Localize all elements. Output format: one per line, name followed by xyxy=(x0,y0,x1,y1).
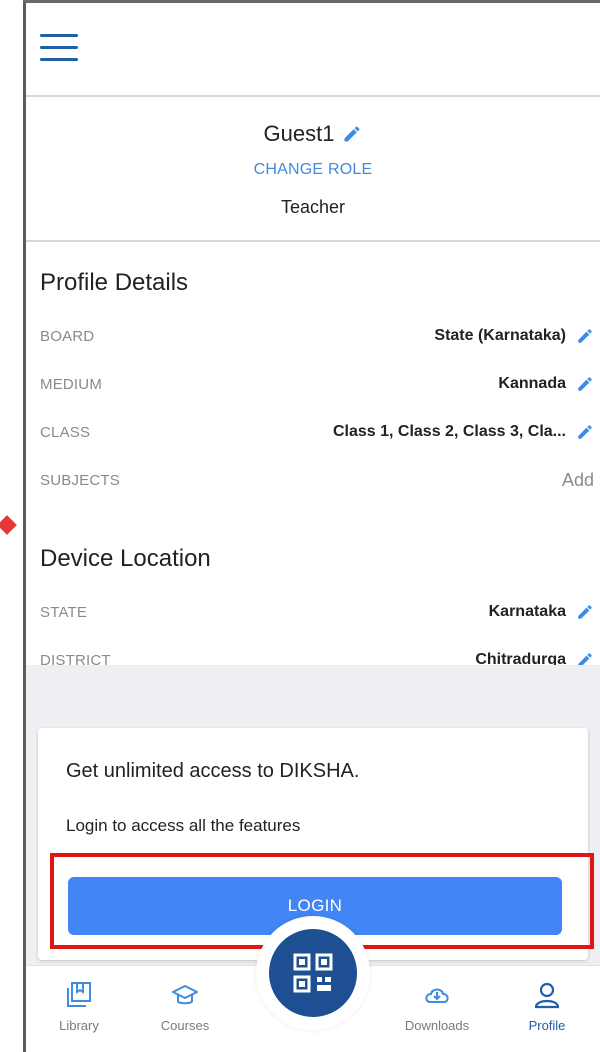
edit-board-pencil-icon[interactable] xyxy=(576,327,594,345)
nav-downloads[interactable]: Downloads xyxy=(392,980,482,1033)
profile-details-title: Profile Details xyxy=(40,269,189,296)
class-value: Class 1, Class 2, Class 3, Cla... xyxy=(332,423,566,440)
user-name: Guest1 xyxy=(263,121,335,146)
courses-icon xyxy=(172,985,198,1005)
nav-courses-label: Courses xyxy=(160,1018,210,1033)
qr-button-ring xyxy=(256,916,370,1030)
device-location-title: Device Location xyxy=(40,545,211,572)
board-value: State (Karnataka) xyxy=(434,327,566,344)
add-subjects-link[interactable]: Add xyxy=(562,470,594,491)
app-header xyxy=(26,3,600,95)
profile-icon xyxy=(534,982,560,1009)
nav-profile[interactable]: Profile xyxy=(502,980,592,1033)
login-card-title: Get unlimited access to DIKSHA. xyxy=(66,760,360,782)
class-label: CLASS xyxy=(40,423,91,441)
nav-library[interactable]: Library xyxy=(34,980,124,1033)
nav-library-label: Library xyxy=(59,1018,99,1033)
qr-scan-button[interactable] xyxy=(269,929,357,1017)
edit-class-pencil-icon[interactable] xyxy=(576,423,594,441)
change-role-link[interactable]: CHANGE ROLE xyxy=(26,161,600,179)
nav-courses[interactable]: Courses xyxy=(140,980,230,1033)
qr-scan-icon xyxy=(293,953,333,993)
medium-label: MEDIUM xyxy=(40,375,103,393)
state-row: STATE Karnataka xyxy=(40,597,594,627)
board-row: BOARD State (Karnataka) xyxy=(40,321,594,351)
edit-name-pencil-icon[interactable] xyxy=(342,124,362,144)
hamburger-menu-icon[interactable] xyxy=(40,31,78,65)
edit-state-pencil-icon[interactable] xyxy=(576,603,594,621)
state-label: STATE xyxy=(40,603,88,621)
nav-downloads-label: Downloads xyxy=(404,1018,470,1033)
header-divider xyxy=(26,95,600,97)
user-role: Teacher xyxy=(280,197,346,217)
summary-divider xyxy=(26,240,600,242)
medium-row: MEDIUM Kannada xyxy=(40,369,594,399)
nav-profile-label: Profile xyxy=(528,1018,566,1033)
app-screen: Guest1 CHANGE ROLE Teacher Profile Detai… xyxy=(26,3,600,1052)
subjects-label: SUBJECTS xyxy=(40,471,120,489)
board-label: BOARD xyxy=(40,327,95,345)
login-card-subtitle: Login to access all the features xyxy=(66,816,301,835)
state-value: Karnataka xyxy=(488,603,566,620)
user-summary: Guest1 CHANGE ROLE Teacher xyxy=(26,99,600,239)
medium-value: Kannada xyxy=(498,375,566,392)
subjects-row: SUBJECTS Add xyxy=(40,465,594,495)
library-icon xyxy=(67,982,91,1007)
downloads-icon xyxy=(425,988,449,1003)
class-row: CLASS Class 1, Class 2, Class 3, Cla... xyxy=(40,417,594,447)
edit-medium-pencil-icon[interactable] xyxy=(576,375,594,393)
